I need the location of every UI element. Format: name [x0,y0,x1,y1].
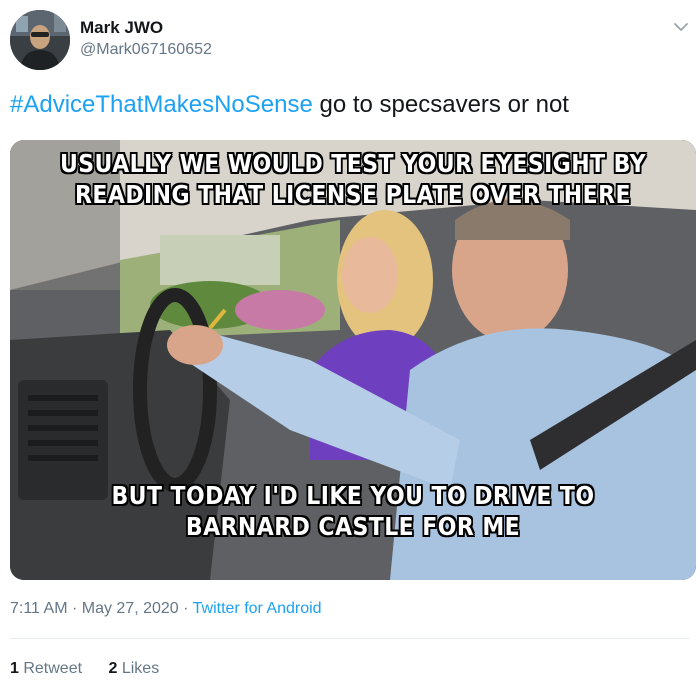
avatar-image [10,10,70,70]
tweet-body: go to specsavers or not [312,91,569,118]
retweets-stat[interactable]: 1 Retweet [10,660,82,677]
display-name[interactable]: Mark JWO [80,17,212,39]
meme-caption-bottom-line2: BARNARD CASTLE FOR ME [185,512,521,541]
tweet-time[interactable]: 7:11 AM [10,600,68,617]
tweet-source-link[interactable]: Twitter for Android [193,600,322,617]
tweet-stats: 1 Retweet 2 Likes [10,660,181,678]
likes-stat[interactable]: 2 Likes [109,660,160,677]
meme-caption-bottom-line1: BUT TODAY I'D LIKE YOU TO DRIVE TO [111,481,595,510]
author-names: Mark JWO @Mark067160652 [80,17,212,61]
meta-separator: · [67,600,82,617]
chevron-down-icon[interactable] [672,18,690,36]
retweets-label: Retweet [18,660,83,677]
meme-caption-top: USUALLY WE WOULD TEST YOUR EYESIGHT BY R… [51,148,655,210]
meta-separator: · [178,600,193,617]
meme-caption-top-line2: READING THAT LICENSE PLATE OVER THERE [75,180,631,209]
tweet-text: #AdviceThatMakesNoSense go to specsavers… [10,89,690,121]
user-handle[interactable]: @Mark067160652 [80,39,212,61]
tweet-header: Mark JWO @Mark067160652 [10,10,690,74]
hashtag-link[interactable]: #AdviceThatMakesNoSense [10,91,313,118]
tweet-card: Mark JWO @Mark067160652 #AdviceThatMakes… [0,0,700,700]
meme-caption-top-line1: USUALLY WE WOULD TEST YOUR EYESIGHT BY [59,149,647,178]
tweet-meta: 7:11 AM · May 27, 2020 · Twitter for And… [10,600,322,618]
tweet-date[interactable]: May 27, 2020 [82,600,179,617]
avatar[interactable] [10,10,70,70]
meme-caption-bottom: BUT TODAY I'D LIKE YOU TO DRIVE TO BARNA… [51,480,655,542]
tweet-media[interactable]: USUALLY WE WOULD TEST YOUR EYESIGHT BY R… [10,140,696,580]
likes-label: Likes [117,660,160,677]
retweets-count: 1 [10,660,19,677]
divider [10,638,690,639]
